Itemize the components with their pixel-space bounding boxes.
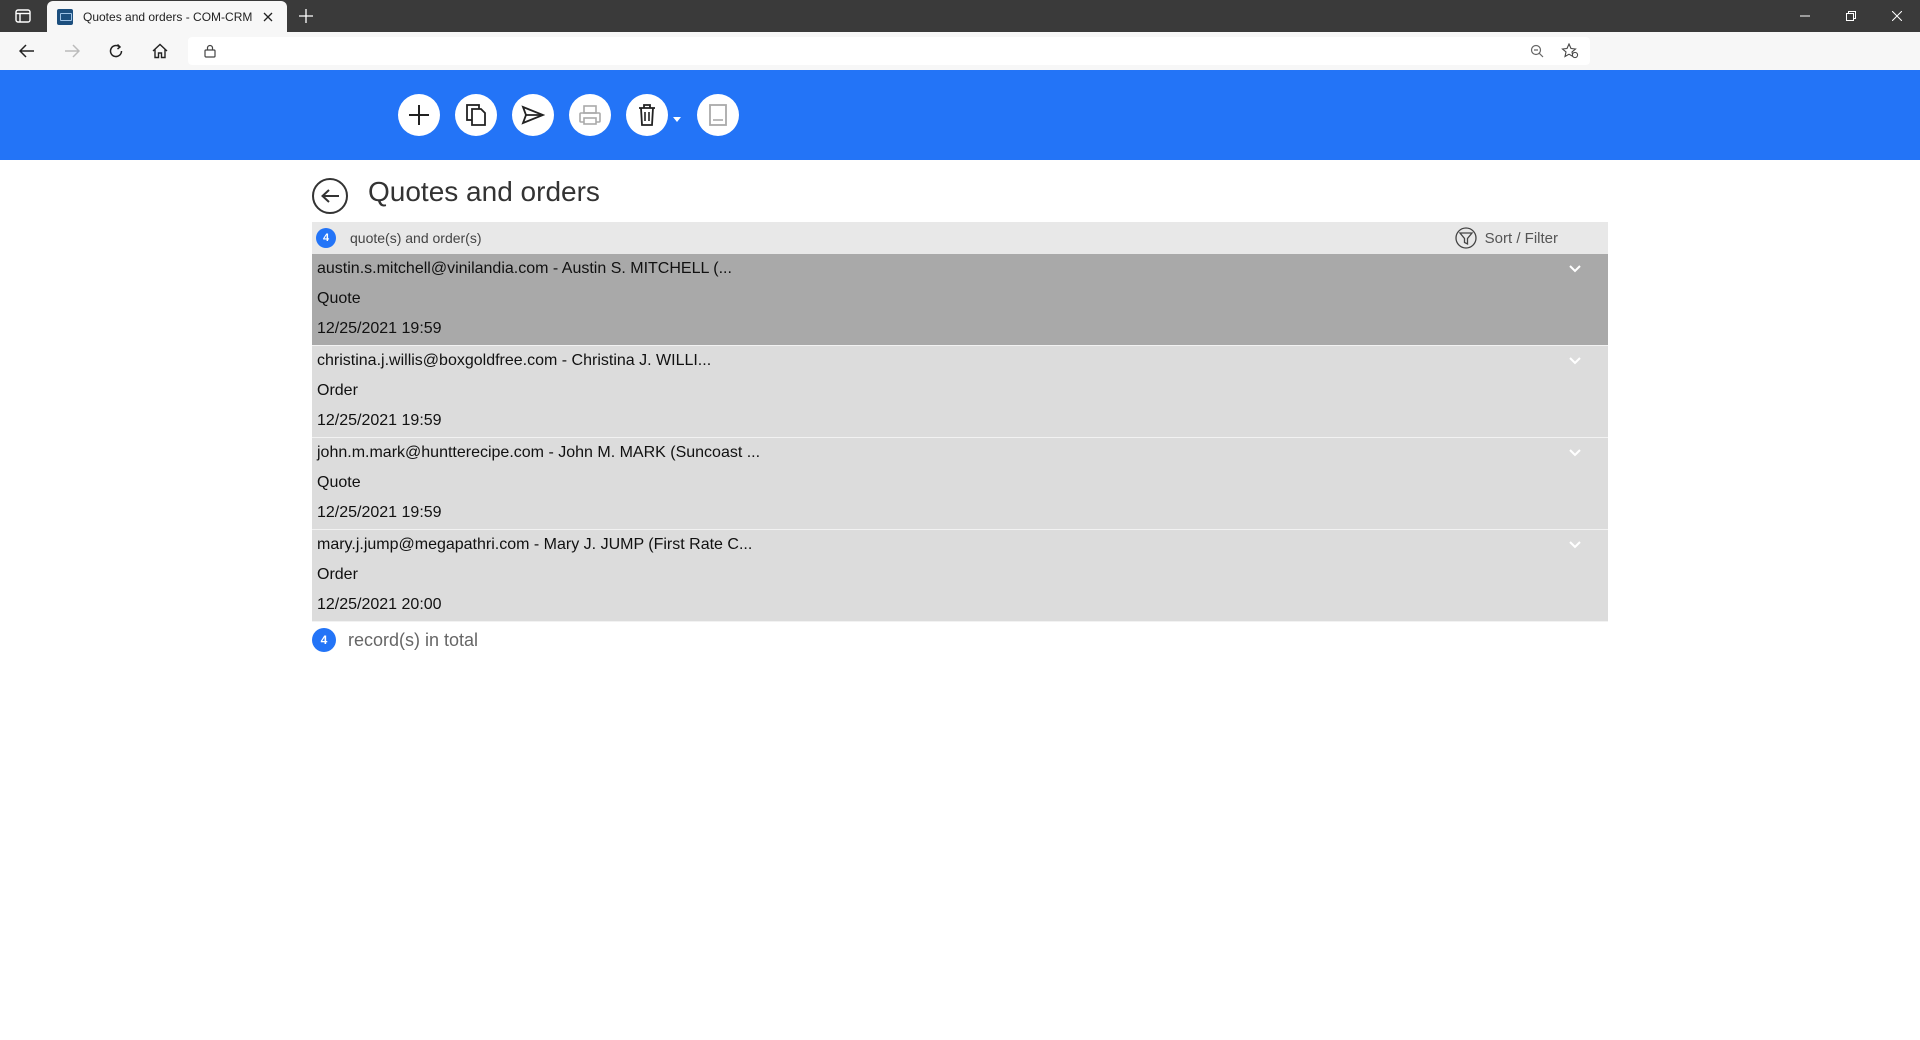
chevron-down-icon[interactable] xyxy=(1568,448,1582,458)
sort-filter-button[interactable]: Sort / Filter xyxy=(1454,226,1558,250)
browser-tab-bar: Quotes and orders - COM-CRM xyxy=(0,0,1920,32)
count-badge: 4 xyxy=(316,228,336,248)
sort-filter-label: Sort / Filter xyxy=(1484,229,1558,247)
list-item[interactable]: mary.j.jump@megapathri.com - Mary J. JUM… xyxy=(312,530,1608,622)
back-arrow-icon[interactable] xyxy=(13,38,41,64)
back-arrow-icon xyxy=(321,189,339,203)
print-icon[interactable] xyxy=(569,94,611,136)
app-header xyxy=(0,70,1920,160)
list-item[interactable]: christina.j.willis@boxgoldfree.com - Chr… xyxy=(312,346,1608,438)
book-icon[interactable] xyxy=(697,94,739,136)
browser-tab[interactable]: Quotes and orders - COM-CRM xyxy=(47,1,287,32)
list-item[interactable]: john.m.mark@huntterecipe.com - John M. M… xyxy=(312,438,1608,530)
record-contact: austin.s.mitchell@vinilandia.com - Austi… xyxy=(317,260,732,277)
zoom-out-icon[interactable] xyxy=(1528,42,1546,60)
new-tab-icon[interactable] xyxy=(295,5,317,27)
add-icon[interactable] xyxy=(398,94,440,136)
reload-icon[interactable] xyxy=(102,38,130,64)
record-datetime: 12/25/2021 20:00 xyxy=(317,596,442,613)
favorites-star-icon[interactable] xyxy=(1560,42,1580,60)
record-datetime: 12/25/2021 19:59 xyxy=(317,412,442,429)
back-button[interactable] xyxy=(312,178,348,214)
delete-options-caret-icon[interactable] xyxy=(673,116,681,122)
filter-icon xyxy=(1454,227,1477,249)
record-contact: mary.j.jump@megapathri.com - Mary J. JUM… xyxy=(317,536,753,553)
browser-address-bar xyxy=(0,32,1920,70)
home-icon[interactable] xyxy=(146,38,174,64)
total-label: record(s) in total xyxy=(348,629,479,650)
close-window-icon[interactable] xyxy=(1874,0,1920,32)
record-contact: john.m.mark@huntterecipe.com - John M. M… xyxy=(317,444,761,461)
tab-actions-icon[interactable] xyxy=(8,5,38,27)
record-type: Quote xyxy=(317,474,361,491)
chevron-down-icon[interactable] xyxy=(1568,356,1582,366)
forward-arrow-icon[interactable] xyxy=(58,38,86,64)
site-favicon-icon xyxy=(57,8,73,25)
chevron-down-icon[interactable] xyxy=(1568,264,1582,274)
url-input[interactable] xyxy=(188,37,1590,65)
list-item[interactable]: austin.s.mitchell@vinilandia.com - Austi… xyxy=(312,254,1608,346)
list-header: 4 quote(s) and order(s) Sort / Filter xyxy=(312,222,1608,254)
record-type: Order xyxy=(317,382,358,399)
record-type: Quote xyxy=(317,290,361,307)
main-content: Quotes and orders 4 quote(s) and order(s… xyxy=(312,172,1608,658)
send-icon[interactable] xyxy=(512,94,554,136)
total-count-badge: 4 xyxy=(312,628,336,652)
delete-icon[interactable] xyxy=(626,94,668,136)
close-tab-icon[interactable] xyxy=(259,8,277,26)
tab-title: Quotes and orders - COM-CRM xyxy=(83,9,253,24)
count-label: quote(s) and order(s) xyxy=(350,230,482,246)
restore-icon[interactable] xyxy=(1828,0,1874,32)
record-type: Order xyxy=(317,566,358,583)
record-datetime: 12/25/2021 19:59 xyxy=(317,504,442,521)
minimize-icon[interactable] xyxy=(1782,0,1828,32)
record-datetime: 12/25/2021 19:59 xyxy=(317,320,442,337)
chevron-down-icon[interactable] xyxy=(1568,540,1582,550)
copy-icon[interactable] xyxy=(455,94,497,136)
record-contact: christina.j.willis@boxgoldfree.com - Chr… xyxy=(317,352,712,369)
page-title: Quotes and orders xyxy=(368,176,600,207)
total-row: 4 record(s) in total xyxy=(312,622,1608,658)
record-list: austin.s.mitchell@vinilandia.com - Austi… xyxy=(312,254,1608,622)
title-row: Quotes and orders xyxy=(312,172,1608,222)
lock-icon[interactable] xyxy=(202,43,218,59)
